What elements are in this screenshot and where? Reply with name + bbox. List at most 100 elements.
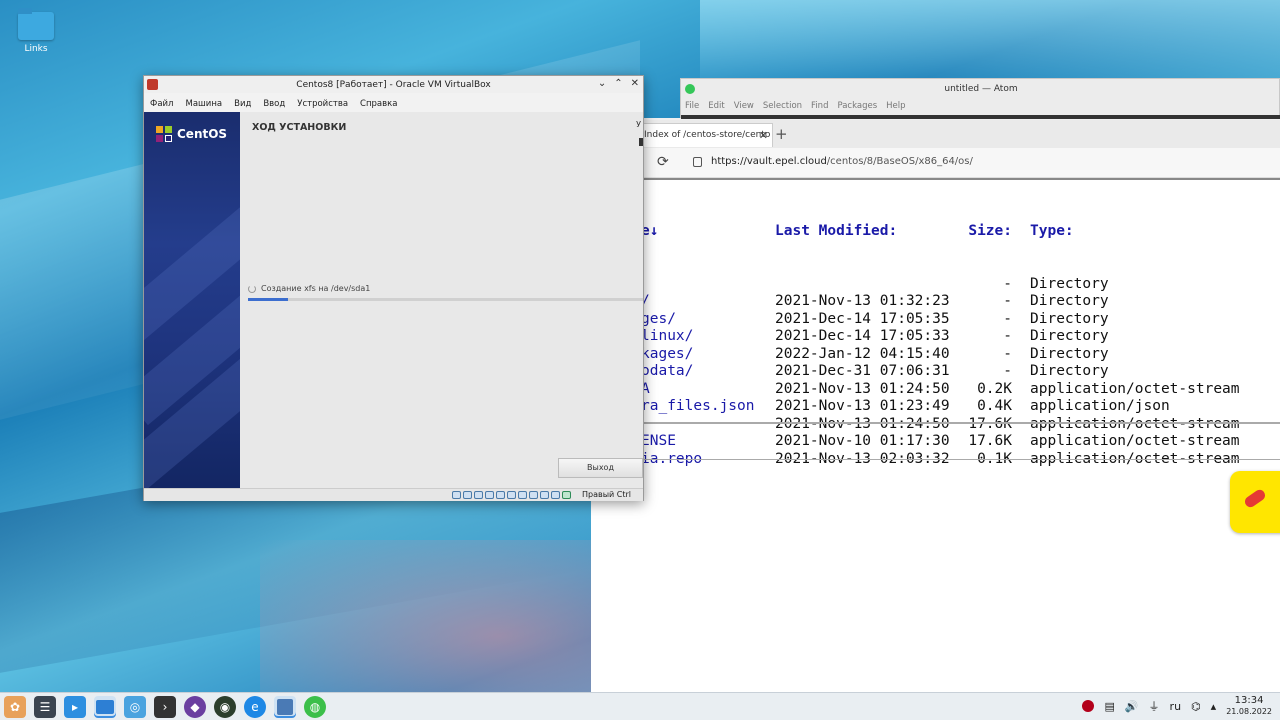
- telegram-icon[interactable]: ◆: [184, 696, 206, 718]
- table-row: A 2021-Nov-13 01:24:50 0.2K application/oct…: [641, 381, 1240, 399]
- atom-menu-file[interactable]: File: [685, 101, 699, 111]
- vbox-menu-help[interactable]: Справка: [360, 99, 397, 109]
- type-cell: application/json: [1030, 398, 1170, 414]
- browser-navbar: ⟳ https://vault.epel.cloud/centos/8/Base…: [591, 148, 1280, 178]
- new-tab-icon[interactable]: +: [775, 125, 788, 143]
- network-icon[interactable]: [485, 491, 494, 499]
- audio-icon[interactable]: [474, 491, 483, 499]
- virtualbox-taskbar-icon[interactable]: [274, 696, 296, 718]
- browser-tab[interactable]: Index of /centos-store/cento ✕: [643, 123, 773, 147]
- recording-icon[interactable]: [529, 491, 538, 499]
- atom-tab-strip: [681, 115, 1280, 119]
- header-size[interactable]: Size:: [968, 223, 1030, 241]
- volume-icon[interactable]: 🔊: [1125, 700, 1139, 713]
- centos-logo: CentOS: [156, 126, 227, 142]
- vbox-titlebar[interactable]: Centos8 [Работает] - Oracle VM VirtualBo…: [144, 76, 643, 93]
- file-link[interactable]: kages/: [641, 346, 775, 364]
- install-progress-title: ХОД УСТАНОВКИ: [252, 122, 347, 133]
- usb-icon[interactable]: [496, 491, 505, 499]
- minimize-icon[interactable]: ⌄: [598, 78, 606, 89]
- wifi-icon[interactable]: ⌬: [1191, 700, 1201, 713]
- network-globe-icon[interactable]: ◎: [124, 696, 146, 718]
- cpu-icon[interactable]: [540, 491, 549, 499]
- atom-menu-help[interactable]: Help: [886, 101, 905, 111]
- optical-drive-icon[interactable]: [463, 491, 472, 499]
- record-icon[interactable]: [1082, 700, 1095, 712]
- atom-menu-packages[interactable]: Packages: [837, 101, 877, 111]
- size-cell: 17.6K: [968, 433, 1012, 449]
- progress-bar: [248, 298, 643, 301]
- shared-folder-icon[interactable]: [507, 491, 516, 499]
- size-cell: 0.4K: [977, 398, 1012, 414]
- taskbar-apps: ✿ ☰ ▸ ◎ › ◆ ◉ e ◍: [4, 696, 326, 718]
- vbox-menu-devices[interactable]: Устройства: [297, 99, 348, 109]
- folder-icon: [18, 8, 54, 40]
- atom-window: untitled — Atom File Edit View Selection…: [680, 78, 1280, 119]
- browser-tabbar: Index of /centos-store/cento ✕ +: [591, 120, 1280, 148]
- lock-icon[interactable]: [693, 157, 702, 167]
- file-manager-icon[interactable]: ▸: [64, 696, 86, 718]
- mouse-integration-icon[interactable]: [551, 491, 560, 499]
- dolphin-icon[interactable]: [94, 696, 116, 718]
- atom-menu-edit[interactable]: Edit: [708, 101, 724, 111]
- atom-menu-find[interactable]: Find: [811, 101, 828, 111]
- terminal-icon[interactable]: ›: [154, 696, 176, 718]
- hdd-icon[interactable]: [452, 491, 461, 499]
- exit-button[interactable]: Выход: [558, 458, 643, 478]
- clock-time: 13:34: [1234, 695, 1264, 706]
- atom-taskbar-icon[interactable]: ◍: [304, 696, 326, 718]
- file-link[interactable]: ENSE: [641, 433, 775, 451]
- clipboard-icon[interactable]: ▤: [1104, 700, 1114, 713]
- edge-browser-icon[interactable]: e: [244, 696, 266, 718]
- file-link[interactable]: linux/: [641, 328, 775, 346]
- maximize-icon[interactable]: ⌃: [614, 78, 622, 89]
- vm-screen[interactable]: CentOS ХОД УСТАНОВКИ У Создание xfs на /…: [144, 112, 643, 488]
- clock[interactable]: 13:34 21.08.2022: [1226, 695, 1272, 717]
- file-link[interactable]: /: [641, 293, 775, 311]
- browser-globe-icon[interactable]: ◉: [214, 696, 236, 718]
- url-bar[interactable]: https://vault.epel.cloud/centos/8/BaseOS…: [711, 156, 973, 167]
- header-modified[interactable]: Last Modified:: [775, 223, 968, 241]
- extension-badge[interactable]: [1230, 471, 1280, 533]
- file-link[interactable]: ra_files.json: [641, 398, 775, 416]
- vbox-menu-file[interactable]: Файл: [150, 99, 173, 109]
- system-settings-icon[interactable]: ☰: [34, 696, 56, 718]
- app-launcher-icon[interactable]: ✿: [4, 696, 26, 718]
- vbox-title: Centos8 [Работает] - Oracle VM VirtualBo…: [296, 80, 491, 90]
- lang-indicator[interactable]: ru: [1170, 700, 1182, 713]
- vbox-menu-machine[interactable]: Машина: [185, 99, 222, 109]
- tray-expand-icon[interactable]: ▴: [1211, 700, 1217, 713]
- header-name[interactable]: e↓: [641, 223, 775, 241]
- spinner-icon: [248, 284, 256, 293]
- modified-cell: 2021-Nov-13 01:24:50: [775, 380, 950, 397]
- pill-icon: [1242, 487, 1268, 510]
- keyboard-icon[interactable]: [562, 491, 571, 499]
- display-icon[interactable]: [518, 491, 527, 499]
- atom-menu-selection[interactable]: Selection: [763, 101, 802, 111]
- header-type[interactable]: Type:: [1030, 223, 1074, 239]
- type-cell: Directory: [1030, 345, 1109, 362]
- reload-icon[interactable]: ⟳: [657, 154, 669, 170]
- modified-cell: 2021-Dec-14 17:05:33: [775, 328, 950, 344]
- usb-tray-icon[interactable]: ⏚: [1149, 698, 1160, 714]
- url-host: https://vault.epel.cloud: [711, 156, 827, 167]
- type-cell: Directory: [1030, 363, 1109, 379]
- atom-menubar: File Edit View Selection Find Packages H…: [685, 101, 906, 111]
- vbox-menu-view[interactable]: Вид: [234, 99, 251, 109]
- file-link[interactable]: A: [641, 381, 775, 399]
- file-link[interactable]: ges/: [641, 311, 775, 329]
- divider: [591, 459, 1280, 460]
- progress-status: Создание xfs на /dev/sda1: [248, 284, 370, 293]
- file-link[interactable]: odata/: [641, 363, 775, 381]
- atom-menu-view[interactable]: View: [734, 101, 754, 111]
- close-tab-icon[interactable]: ✕: [759, 129, 768, 142]
- browser-tab-title: Index of /centos-store/cento: [644, 130, 771, 140]
- table-row: ENSE 2021-Nov-10 01:17:30 17.6K application…: [641, 433, 1240, 451]
- listing-rows: - Directory /2021-Nov-13 01:32:23 - Director…: [641, 276, 1240, 469]
- table-row: odata/2021-Dec-31 07:06:31 - Directory: [641, 363, 1240, 381]
- table-row: ra_files.json 2021-Nov-13 01:23:49 0.4K app…: [641, 398, 1240, 416]
- desktop-icon-links[interactable]: Links: [14, 8, 58, 54]
- vbox-menu-input[interactable]: Ввод: [263, 99, 285, 109]
- window-controls: ⌄ ⌃ ✕: [598, 78, 639, 89]
- close-icon[interactable]: ✕: [631, 78, 639, 89]
